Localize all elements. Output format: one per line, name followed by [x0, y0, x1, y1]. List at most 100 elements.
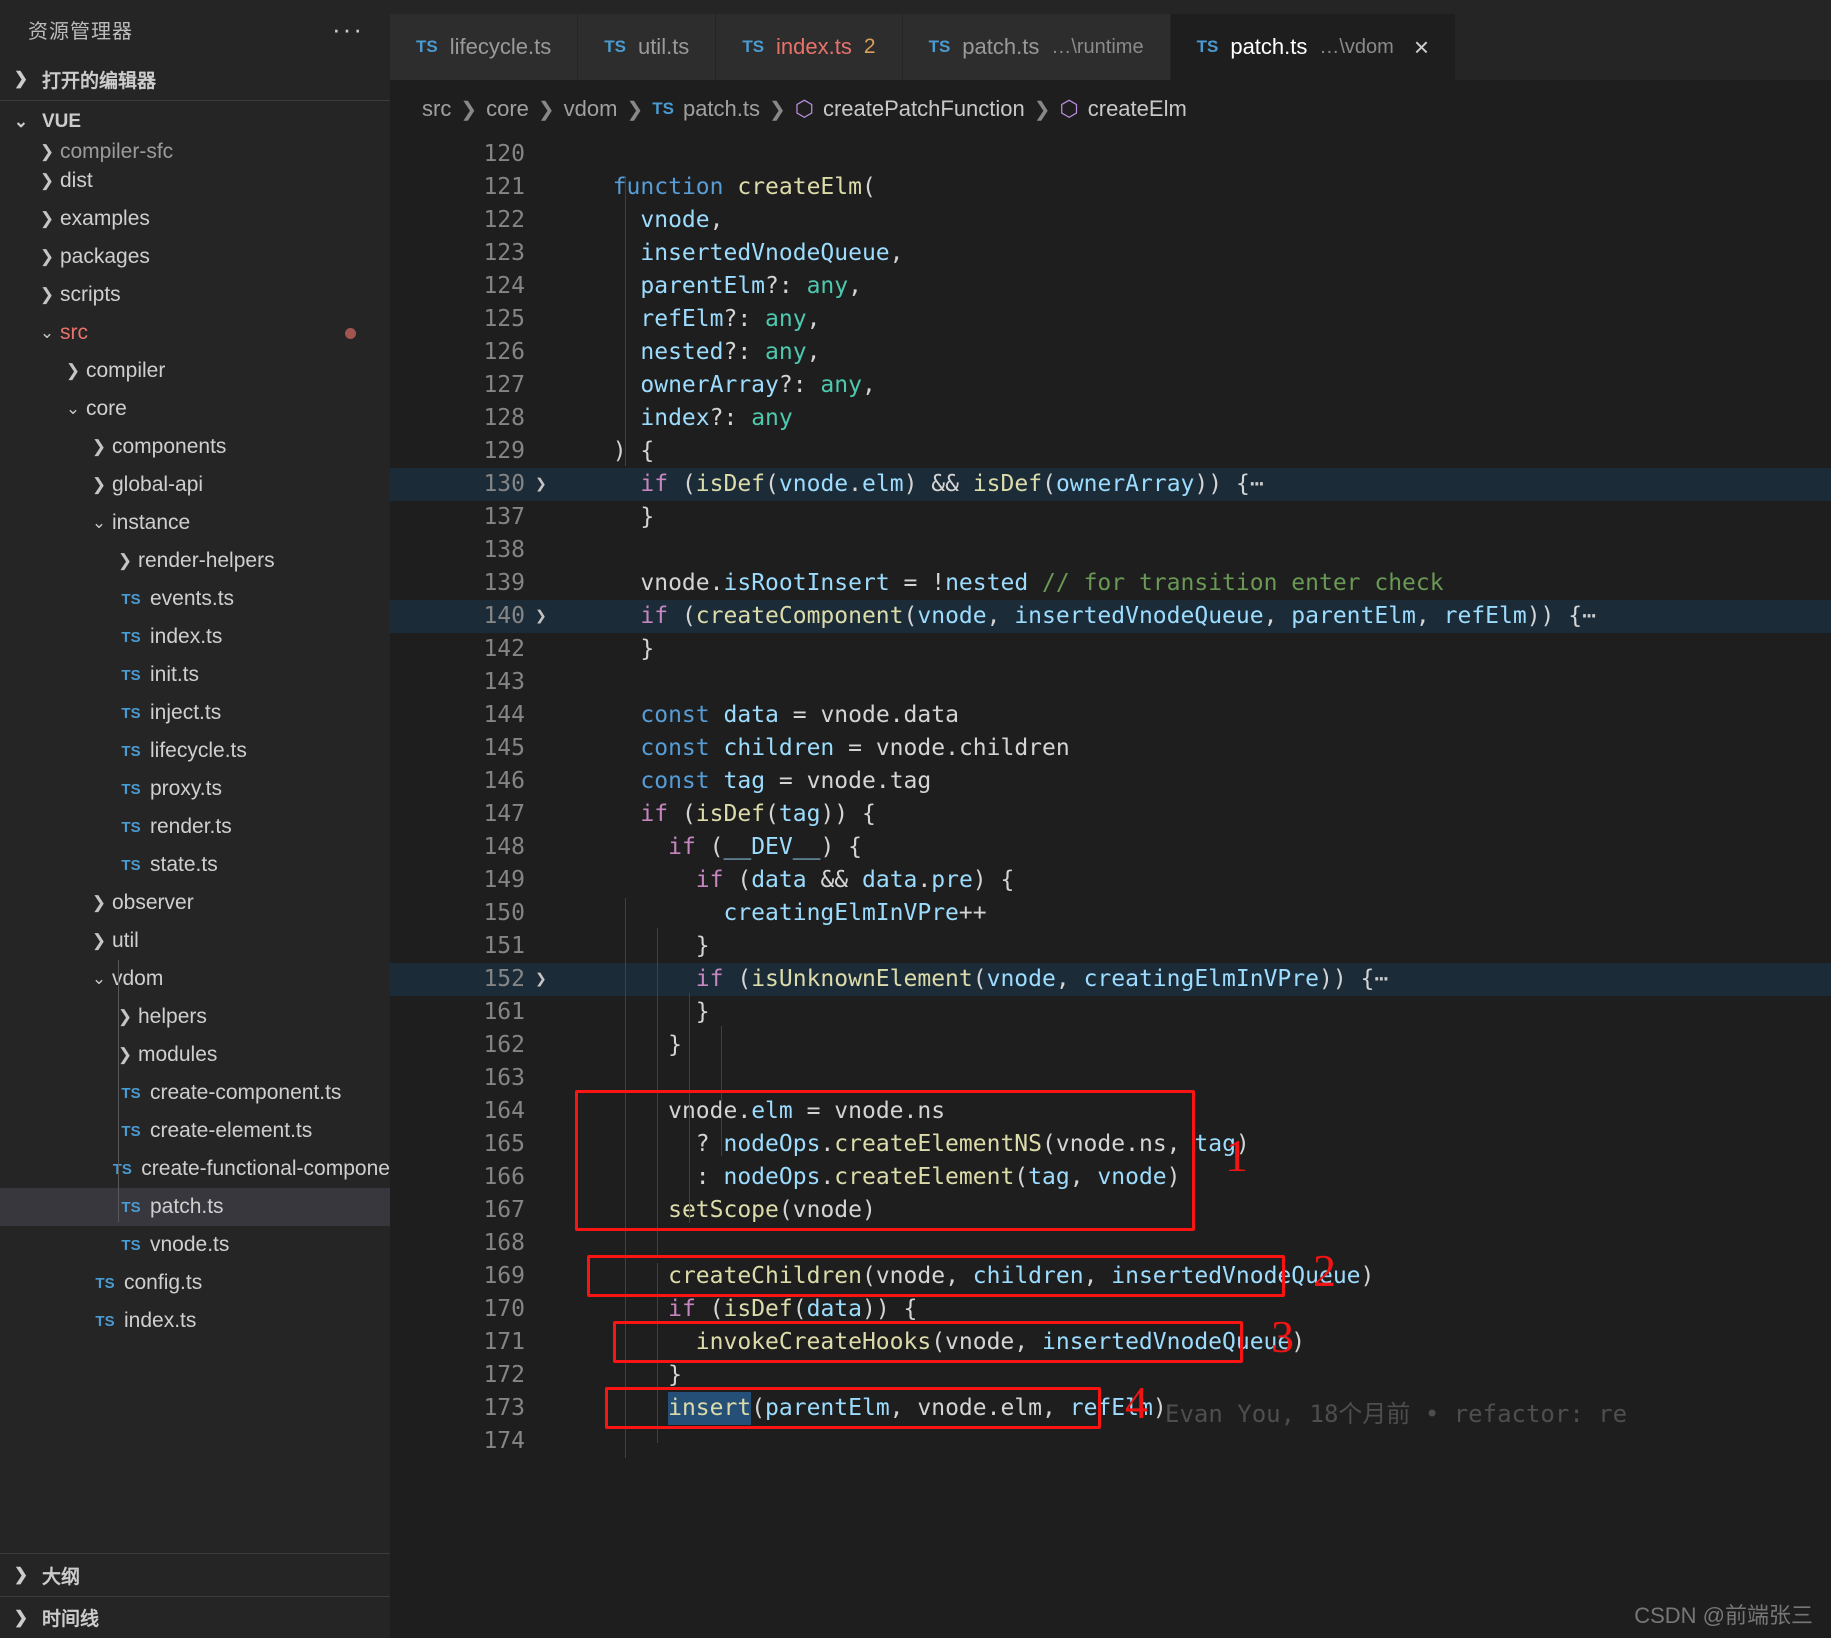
- code-line[interactable]: setScope(vnode): [565, 1194, 1831, 1227]
- tree-folder[interactable]: ⌄ src: [0, 314, 390, 352]
- tree-folder[interactable]: ❯ compiler: [0, 352, 390, 390]
- code-line[interactable]: [565, 534, 1831, 567]
- tree-file[interactable]: TS index.ts: [0, 1302, 390, 1340]
- code-line[interactable]: [565, 138, 1831, 171]
- tree-file[interactable]: TS create-element.ts: [0, 1112, 390, 1150]
- breadcrumb-item[interactable]: createElm: [1088, 96, 1187, 122]
- breadcrumb-item[interactable]: vdom: [564, 96, 618, 122]
- tree-file[interactable]: TS create-functional-compone…: [0, 1150, 390, 1188]
- code-line[interactable]: invokeCreateHooks(vnode, insertedVnodeQu…: [565, 1326, 1831, 1359]
- tree-folder[interactable]: ⌄ instance: [0, 504, 390, 542]
- section-timeline[interactable]: ❯ 时间线: [0, 1596, 390, 1638]
- code-line[interactable]: const tag = vnode. tag: [565, 765, 1831, 798]
- code-line[interactable]: }: [565, 1359, 1831, 1392]
- tree-folder[interactable]: ❯ render-helpers: [0, 542, 390, 580]
- tree-folder[interactable]: ⌄ core: [0, 390, 390, 428]
- timeline-label: 时间线: [42, 1609, 100, 1630]
- tree-folder[interactable]: ❯ components: [0, 428, 390, 466]
- code-line[interactable]: nested?: any,: [565, 336, 1831, 369]
- tree-folder[interactable]: ❯ modules: [0, 1036, 390, 1074]
- tree-file[interactable]: TS render.ts: [0, 808, 390, 846]
- editor-tab[interactable]: TS lifecycle.ts: [390, 14, 579, 80]
- code-line[interactable]: : nodeOps. createElement(tag, vnode): [565, 1161, 1831, 1194]
- line-number: 123: [483, 240, 525, 266]
- section-workspace[interactable]: ⌄ VUE: [0, 100, 390, 142]
- tree-folder[interactable]: ❯ helpers: [0, 998, 390, 1036]
- tree-folder[interactable]: ❯ global-api: [0, 466, 390, 504]
- tree-file[interactable]: TS config.ts: [0, 1264, 390, 1302]
- code-line[interactable]: [565, 1425, 1831, 1458]
- code-line[interactable]: function createElm(: [565, 171, 1831, 204]
- code-line[interactable]: if (createComponent(vnode, insertedVnode…: [565, 600, 1831, 633]
- tree-file[interactable]: TS lifecycle.ts: [0, 732, 390, 770]
- code-line[interactable]: createChildren(vnode, children, inserted…: [565, 1260, 1831, 1293]
- section-outline[interactable]: ❯ 大纲: [0, 1554, 390, 1596]
- code-token: =: [889, 570, 932, 596]
- code-line[interactable]: }: [565, 1029, 1831, 1062]
- code-line[interactable]: ) {: [565, 435, 1831, 468]
- editor-tab[interactable]: TS util.ts: [578, 14, 717, 80]
- code-line[interactable]: refElm?: any,: [565, 303, 1831, 336]
- code-line[interactable]: const children = vnode. children: [565, 732, 1831, 765]
- code-line[interactable]: [565, 1227, 1831, 1260]
- code-line[interactable]: }: [565, 930, 1831, 963]
- code-line[interactable]: }: [565, 633, 1831, 666]
- line-number-row: 149: [390, 864, 565, 897]
- code-line[interactable]: ? nodeOps. createElementNS(vnode. ns, tag): [565, 1128, 1831, 1161]
- code-line[interactable]: if (__DEV__) {: [565, 831, 1831, 864]
- tree-file[interactable]: TS state.ts: [0, 846, 390, 884]
- editor-tab[interactable]: TS patch.ts …\vdom ×: [1170, 14, 1457, 80]
- code-line[interactable]: vnode. elm = vnode. ns: [565, 1095, 1831, 1128]
- tree-file[interactable]: TS patch.ts: [0, 1188, 390, 1226]
- tree-file[interactable]: TS inject.ts: [0, 694, 390, 732]
- code-line[interactable]: vnode. isRootInsert = ! nested // for tran…: [565, 567, 1831, 600]
- tree-file[interactable]: TS events.ts: [0, 580, 390, 618]
- tree-folder[interactable]: ❯ examples: [0, 200, 390, 238]
- code-line[interactable]: parentElm?: any,: [565, 270, 1831, 303]
- section-open-editors[interactable]: ❯ 打开的编辑器: [0, 58, 390, 100]
- code-line[interactable]: if (isDef(data)) {: [565, 1293, 1831, 1326]
- tree-folder[interactable]: ❯ scripts: [0, 276, 390, 314]
- breadcrumb-item[interactable]: src: [422, 96, 451, 122]
- code-line[interactable]: [565, 1062, 1831, 1095]
- code-line[interactable]: }: [565, 501, 1831, 534]
- code-token: isDef: [695, 471, 766, 497]
- code-line[interactable]: creatingElmInVPre ++: [565, 897, 1831, 930]
- code-content[interactable]: function createElm( vnode, insertedVnode…: [565, 138, 1831, 1638]
- tree-folder[interactable]: ❯ packages: [0, 238, 390, 276]
- code-line[interactable]: vnode,: [565, 204, 1831, 237]
- tree-folder[interactable]: ❯ util: [0, 922, 390, 960]
- code-line[interactable]: const data = vnode. data: [565, 699, 1831, 732]
- code-line[interactable]: }: [565, 996, 1831, 1029]
- tree-file[interactable]: TS index.ts: [0, 618, 390, 656]
- close-icon[interactable]: ×: [1414, 34, 1429, 60]
- fold-chevron-icon[interactable]: ❯: [525, 963, 557, 996]
- code-line[interactable]: if (data && data. pre) {: [565, 864, 1831, 897]
- editor-tab[interactable]: TS patch.ts …\runtime: [902, 14, 1171, 80]
- tree-folder[interactable]: ❯ dist: [0, 162, 390, 200]
- fold-chevron-icon[interactable]: ❯: [525, 600, 557, 633]
- code-line[interactable]: if (isDef(tag)) {: [565, 798, 1831, 831]
- fold-chevron-icon[interactable]: ❯: [525, 468, 557, 501]
- tree-file[interactable]: TS vnode.ts: [0, 1226, 390, 1264]
- code-line[interactable]: if (isUnknownElement(vnode, creatingElmI…: [565, 963, 1831, 996]
- tree-file[interactable]: TS create-component.ts: [0, 1074, 390, 1112]
- tree-folder[interactable]: ❯ observer: [0, 884, 390, 922]
- tree-folder[interactable]: ⌄ vdom: [0, 960, 390, 998]
- code-editor[interactable]: 120 121 122 123 124 125 126 127 128 129 130 ❯ 137 138…: [390, 138, 1831, 1638]
- tree-folder[interactable]: ❯ compiler-sfc: [0, 142, 390, 162]
- breadcrumb-item[interactable]: createPatchFunction: [823, 96, 1025, 122]
- chevron-right-icon: ❯: [65, 361, 81, 380]
- tree-file[interactable]: TS proxy.ts: [0, 770, 390, 808]
- code-line[interactable]: index?: any: [565, 402, 1831, 435]
- editor-tab[interactable]: TS index.ts 2: [716, 14, 903, 80]
- code-line[interactable]: insertedVnodeQueue,: [565, 237, 1831, 270]
- breadcrumb-item[interactable]: core: [486, 96, 529, 122]
- code-line[interactable]: ownerArray?: any,: [565, 369, 1831, 402]
- tree-file[interactable]: TS init.ts: [0, 656, 390, 694]
- breadcrumb-item[interactable]: patch.ts: [683, 96, 760, 122]
- code-line[interactable]: [565, 666, 1831, 699]
- code-line[interactable]: if (isDef(vnode. elm) && isDef(ownerArray…: [565, 468, 1831, 501]
- ellipsis-icon[interactable]: ···: [332, 14, 372, 45]
